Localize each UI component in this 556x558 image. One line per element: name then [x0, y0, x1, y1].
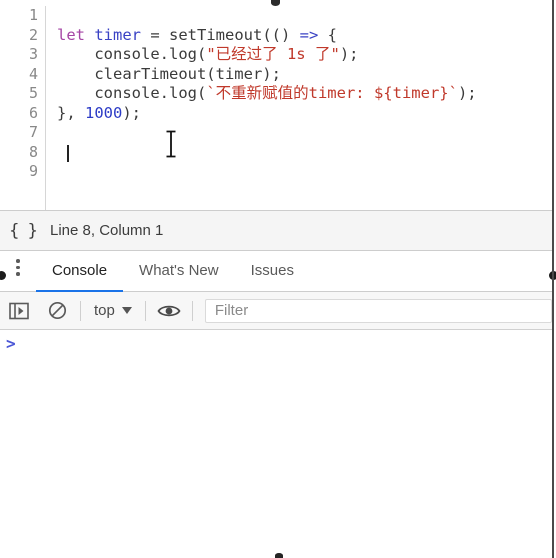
toolbar-divider — [80, 300, 81, 321]
toolbar-divider — [144, 300, 146, 321]
line-number: 6 — [28, 103, 38, 122]
code-token-plain: console.log( — [57, 45, 207, 63]
line-number: 1 — [28, 6, 38, 24]
text-caret — [67, 144, 69, 162]
kebab-dot — [16, 259, 20, 263]
execution-context-select[interactable]: top — [85, 299, 141, 323]
code-token-kw: let — [57, 25, 85, 44]
code-line[interactable] — [57, 162, 552, 182]
code-token-var: timer — [94, 25, 142, 44]
code-line[interactable]: console.log("已经过了 1s 了"); — [57, 45, 552, 65]
console-output-area[interactable]: > — [0, 330, 552, 558]
bottom-edge-artifact — [275, 553, 283, 558]
line-number: 3 — [28, 45, 38, 63]
tab-whats-new[interactable]: What's New — [123, 251, 235, 292]
cursor-position-label: Line 8, Column 1 — [50, 222, 164, 239]
line-number: 9 — [28, 162, 38, 180]
right-edge-rail — [552, 0, 554, 558]
tab-issues[interactable]: Issues — [235, 251, 310, 292]
code-token-plain: { — [318, 25, 337, 44]
tab-label: Console — [52, 262, 108, 279]
line-number: 7 — [28, 123, 38, 141]
code-token-plain: console.log( — [57, 84, 207, 102]
toolbar-divider — [191, 300, 193, 321]
code-line[interactable] — [57, 123, 552, 143]
format-braces-icon[interactable]: { } — [0, 221, 46, 241]
code-line[interactable]: clearTimeout(timer); — [57, 65, 552, 85]
code-token-num: 1000 — [85, 103, 123, 122]
devtools-window: 123456789 let timer = setTimeout(() => {… — [0, 0, 556, 558]
code-token-plain: ); — [457, 84, 477, 102]
line-number: 2 — [28, 25, 38, 44]
code-token-plain: }, — [57, 103, 85, 122]
code-token-str: "已经过了 1s 了" — [206, 45, 340, 63]
code-line[interactable]: }, 1000); — [57, 104, 552, 124]
line-number: 4 — [28, 64, 38, 83]
kebab-dot — [16, 272, 20, 276]
editor-line-number-gutter: 123456789 — [0, 6, 46, 210]
line-number: 8 — [28, 142, 38, 161]
tab-label: Issues — [250, 262, 294, 279]
console-prompt-row[interactable]: > — [0, 330, 552, 356]
tab-label: What's New — [139, 262, 219, 279]
chevron-down-icon — [121, 307, 132, 314]
code-token-tmpl: `不重新赋值的timer: ${timer}` — [206, 84, 458, 102]
tab-console[interactable]: Console — [36, 251, 124, 292]
prompt-chevron-icon: > — [6, 333, 16, 353]
line-number: 5 — [28, 84, 38, 102]
live-expression-eye-icon[interactable] — [150, 292, 188, 330]
execution-context-value: top — [94, 302, 115, 319]
drawer-tab-bar: Console What's New Issues — [0, 251, 552, 292]
console-filter-input[interactable]: Filter — [204, 298, 552, 323]
code-line[interactable]: console.log(`不重新赋值的timer: ${timer}`); — [57, 84, 552, 104]
code-token-plain: = setTimeout(() — [141, 25, 300, 44]
console-input[interactable] — [16, 333, 552, 353]
code-line[interactable] — [57, 6, 552, 26]
code-line[interactable]: let timer = setTimeout(() => { — [57, 26, 552, 46]
kebab-dot — [16, 265, 20, 270]
code-token-plain: ); — [339, 45, 359, 63]
code-editor[interactable]: 123456789 let timer = setTimeout(() => {… — [0, 6, 552, 210]
code-token-arrow: => — [299, 25, 319, 44]
code-token-plain: ); — [122, 103, 141, 122]
filter-placeholder: Filter — [214, 302, 249, 319]
editor-status-bar: { } Line 8, Column 1 — [0, 210, 552, 251]
kebab-menu-icon[interactable] — [0, 250, 36, 291]
code-line[interactable] — [57, 143, 552, 163]
sidebar-toggle-icon[interactable] — [0, 292, 38, 330]
console-toolbar: top Filter — [0, 292, 552, 330]
editor-code-area[interactable]: let timer = setTimeout(() => { console.l… — [47, 6, 552, 210]
clear-console-icon[interactable] — [38, 292, 76, 330]
code-token-plain: clearTimeout(timer); — [57, 64, 281, 83]
